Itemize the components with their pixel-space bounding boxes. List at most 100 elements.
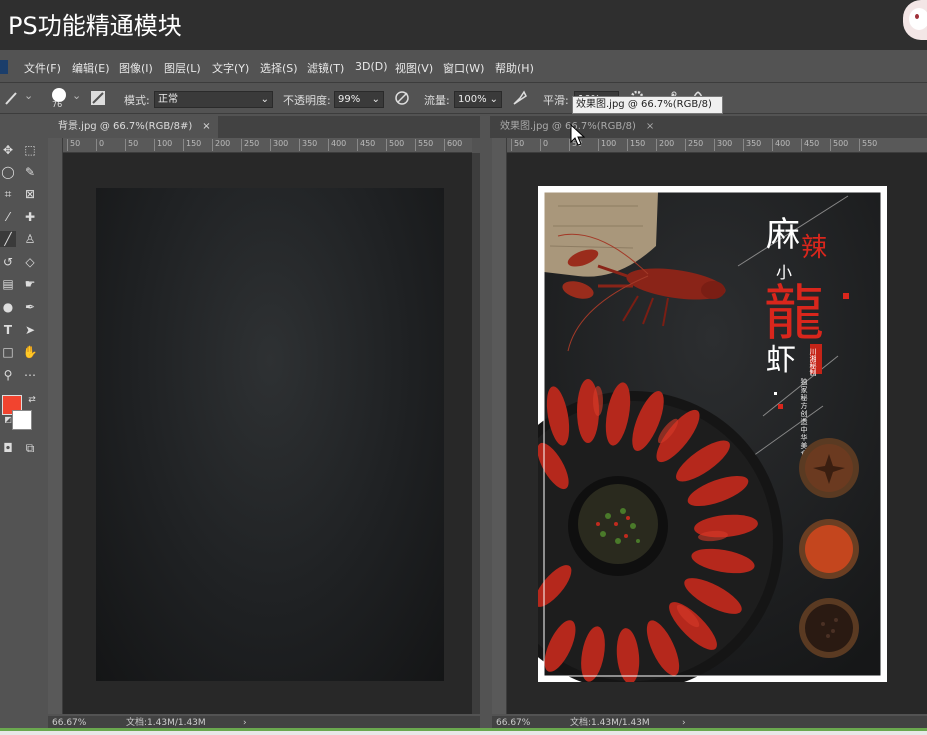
healing-icon[interactable]: ✚: [22, 209, 38, 225]
shape-icon[interactable]: □: [0, 344, 16, 360]
mode-label: 模式:: [124, 94, 150, 107]
ruler-tick-label: 300: [270, 139, 288, 151]
photoshop-logo-icon[interactable]: [0, 60, 8, 74]
chevron-down-icon[interactable]: ⌄: [24, 89, 33, 102]
chevron-down-icon[interactable]: ⌄: [72, 89, 81, 102]
eyedropper-icon[interactable]: ⁄: [0, 209, 16, 225]
swap-colors-icon[interactable]: ⇄: [24, 392, 40, 408]
mode-select[interactable]: 正常 ⌄: [154, 91, 273, 108]
brush-icon[interactable]: ╱: [0, 231, 16, 247]
ruler-tick-label: 150: [183, 139, 201, 151]
effect-document[interactable]: 麻 辣 小 龍 虾 川湘秘制 独家秘方创造中华美食: [483, 186, 887, 691]
eraser-icon[interactable]: ◇: [22, 254, 38, 270]
menu-select[interactable]: 选择(S): [260, 60, 298, 76]
ruler-tick-label: 250: [685, 139, 703, 151]
menu-image[interactable]: 图像(I): [119, 60, 153, 76]
left-canvas-area[interactable]: [63, 153, 472, 714]
stamp-icon[interactable]: ♙: [22, 231, 38, 247]
frame-icon[interactable]: ⊠: [22, 186, 38, 202]
ruler-tick-label: 200: [656, 139, 674, 151]
brush-size-label: 76: [52, 100, 63, 109]
mouse-cursor-icon: [570, 124, 586, 146]
ruler-tick-label: 600: [444, 139, 462, 151]
menu-window[interactable]: 窗口(W): [443, 60, 484, 76]
ruler-tick-label: 0: [96, 139, 104, 151]
lasso-icon[interactable]: ◯: [0, 164, 16, 180]
right-tab-bar: 效果图.jpg @ 66.7%(RGB/8) ×: [490, 116, 927, 138]
left-tab-bar: 背景.jpg @ 66.7%(RGB/8#) ×: [48, 116, 480, 138]
title-bar: PS功能精通模块: [0, 0, 927, 50]
quick-select-icon[interactable]: ✎: [22, 164, 38, 180]
poster-char-5: 虾: [766, 343, 796, 378]
menu-edit[interactable]: 编辑(E): [72, 60, 110, 76]
left-vertical-ruler: [48, 138, 63, 714]
ruler-tick-label: 100: [154, 139, 172, 151]
left-scrollbar[interactable]: [472, 153, 480, 714]
move-icon[interactable]: ✥: [0, 142, 16, 158]
ruler-tick-label: 350: [299, 139, 317, 151]
hand-icon[interactable]: ✋: [22, 344, 38, 360]
smooth-label: 平滑:: [543, 94, 569, 107]
close-icon[interactable]: ×: [646, 121, 654, 132]
menu-help[interactable]: 帮助(H): [495, 60, 534, 76]
ruler-tick-label: 550: [415, 139, 433, 151]
ruler-tick-label: 150: [627, 139, 645, 151]
menu-bar: 文件(F) 编辑(E) 图像(I) 图层(L) 文字(Y) 选择(S) 滤镜(T…: [0, 56, 927, 78]
poster-image: 麻 辣 小 龍 虾 川湘秘制 独家秘方创造中华美食: [483, 191, 882, 691]
crop-icon[interactable]: ⌗: [0, 186, 16, 202]
type-icon[interactable]: T: [0, 322, 16, 338]
poster-vertical-text: 独家秘方创造中华美食: [800, 377, 808, 458]
marquee-icon[interactable]: ⬚: [22, 142, 38, 158]
ruler-tick-label: 450: [801, 139, 819, 151]
ruler-tick-label: 450: [357, 139, 375, 151]
ruler-tick-label: 50: [125, 139, 138, 151]
ruler-tick-label: 300: [714, 139, 732, 151]
menu-view[interactable]: 视图(V): [395, 60, 433, 76]
menu-type[interactable]: 文字(Y): [212, 60, 249, 76]
default-colors-icon[interactable]: ◩: [0, 412, 16, 428]
smudge-icon[interactable]: ☛: [22, 276, 38, 292]
window-title: PS功能精通模块: [8, 12, 182, 40]
background-document[interactable]: [96, 188, 444, 681]
right-canvas-area[interactable]: 麻 辣 小 龍 虾 川湘秘制 独家秘方创造中华美食: [483, 153, 927, 714]
ruler-tick-label: 50: [511, 139, 524, 151]
zoom-icon[interactable]: ⚲: [0, 367, 16, 383]
options-bar: ⌄ 76 ⌄ 模式: 正常 ⌄ 不透明度: 99% ⌄ 流量: 100% ⌄ 平滑: …: [0, 82, 927, 114]
menu-3d[interactable]: 3D(D): [355, 60, 388, 73]
flow-input[interactable]: 100% ⌄: [454, 91, 502, 108]
brush-tool-icon[interactable]: [3, 90, 19, 106]
ruler-tick-label: 50: [67, 139, 80, 151]
airbrush-icon[interactable]: [512, 90, 528, 106]
ruler-tick-label: 550: [859, 139, 877, 151]
ruler-tick-label: 400: [328, 139, 346, 151]
right-vertical-ruler: [492, 138, 507, 714]
more-icon[interactable]: ⋯: [22, 367, 38, 383]
tools-panel: ✥ ⬚ ◯ ✎ ⌗ ⊠ ⁄ ✚ ╱ ♙ ↺ ◇ ▤ ☛ ● ✒ T ➤ □ ✋ …: [0, 130, 46, 730]
menu-layer[interactable]: 图层(L): [164, 60, 201, 76]
opacity-input[interactable]: 99% ⌄: [334, 91, 384, 108]
ruler-tick-label: 500: [830, 139, 848, 151]
pressure-opacity-icon[interactable]: [394, 90, 410, 106]
dodge-icon[interactable]: ●: [0, 299, 16, 315]
menu-file[interactable]: 文件(F): [24, 60, 61, 76]
poster-char-2: 辣: [801, 233, 827, 263]
screen-mode-icon[interactable]: ⧉: [22, 440, 38, 456]
quick-mask-icon[interactable]: ◘: [0, 440, 16, 456]
pen-icon[interactable]: ✒: [22, 299, 38, 315]
history-brush-icon[interactable]: ↺: [0, 254, 16, 270]
close-icon[interactable]: ×: [202, 121, 210, 132]
poster-char-1: 麻: [766, 215, 800, 255]
menu-filter[interactable]: 滤镜(T): [307, 60, 344, 76]
poster-char-4: 龍: [764, 279, 824, 349]
ruler-tick-label: 0: [540, 139, 548, 151]
panel-divider[interactable]: [480, 116, 490, 730]
brush-panel-icon[interactable]: [90, 90, 106, 106]
video-progress-bar[interactable]: [0, 728, 927, 735]
tab-background-jpg[interactable]: 背景.jpg @ 66.7%(RGB/8#) ×: [48, 116, 218, 138]
path-select-icon[interactable]: ➤: [22, 322, 38, 338]
ruler-tick-label: 250: [241, 139, 259, 151]
gradient-icon[interactable]: ▤: [0, 276, 16, 292]
avatar[interactable]: [903, 0, 927, 40]
ruler-tick-label: 100: [598, 139, 616, 151]
ruler-tick-label: 350: [743, 139, 761, 151]
